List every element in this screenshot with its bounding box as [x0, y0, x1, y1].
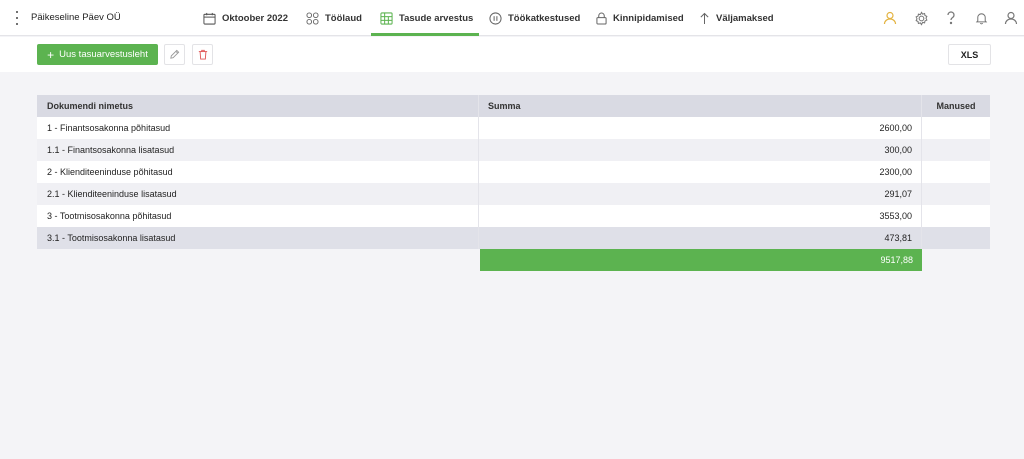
plus-icon: +	[47, 47, 55, 62]
sum-cell: 2600,00	[479, 117, 922, 139]
nav-tab-payments-label: Väljamaksed	[716, 12, 774, 24]
sum-cell: 2300,00	[479, 161, 922, 183]
attachments-cell	[922, 183, 990, 205]
nav-tab-absences-label: Töökatkestused	[508, 12, 581, 24]
column-header-sum[interactable]: Summa	[479, 95, 922, 117]
document-name-cell: 2 - Klienditeeninduse põhitasud	[37, 161, 479, 183]
nav-tab-dashboard-label: Töölaud	[325, 12, 362, 24]
dashboard-icon	[306, 11, 319, 25]
attachments-cell	[922, 139, 990, 161]
company-name[interactable]: Päikeseline Päev OÜ	[31, 12, 121, 23]
attachments-cell	[922, 117, 990, 139]
table-row-selected[interactable]: 3.1 - Tootmisosakonna lisatasud 473,81	[37, 227, 990, 249]
pause-icon	[489, 11, 502, 25]
nav-tab-dashboard[interactable]: Töölaud	[306, 10, 362, 26]
table-row[interactable]: 1.1 - Finantsosakonna lisatasud 300,00	[37, 139, 990, 161]
document-name-cell: 3.1 - Tootmisosakonna lisatasud	[37, 227, 479, 249]
nav-tab-deductions[interactable]: Kinnipidamised	[596, 10, 684, 26]
total-sum: 9517,88	[480, 249, 922, 271]
help-icon[interactable]	[942, 9, 960, 27]
table-row[interactable]: 1 - Finantsosakonna põhitasud 2600,00	[37, 117, 990, 139]
nav-period[interactable]: Oktoober 2022	[203, 10, 288, 26]
nav-tab-payments[interactable]: Väljamaksed	[699, 10, 774, 26]
attachments-cell	[922, 227, 990, 249]
add-payroll-sheet-label: Uus tasuarvestusleht	[59, 49, 148, 60]
sum-cell: 300,00	[479, 139, 922, 161]
edit-button[interactable]	[164, 44, 185, 65]
top-navigation-bar: Päikeseline Päev OÜ Oktoober 2022 Töölau…	[0, 0, 1024, 36]
kebab-menu-icon[interactable]	[15, 11, 19, 25]
table-header-row: Dokumendi nimetus Summa Manused	[37, 95, 990, 117]
trash-icon	[198, 49, 207, 60]
nav-tab-payroll-label: Tasude arvestus	[399, 12, 474, 24]
gear-icon[interactable]	[912, 9, 930, 27]
payroll-sheets-table: Dokumendi nimetus Summa Manused 1 - Fina…	[37, 95, 990, 271]
user-icon[interactable]	[881, 9, 899, 27]
sum-cell: 3553,00	[479, 205, 922, 227]
table-row[interactable]: 2 - Klienditeeninduse põhitasud 2300,00	[37, 161, 990, 183]
nav-period-label: Oktoober 2022	[222, 12, 288, 24]
attachments-cell	[922, 161, 990, 183]
nav-tab-deductions-label: Kinnipidamised	[613, 12, 684, 24]
pencil-icon	[170, 49, 180, 59]
delete-button[interactable]	[192, 44, 213, 65]
add-payroll-sheet-button[interactable]: + Uus tasuarvestusleht	[37, 44, 158, 65]
document-name-cell: 3 - Tootmisosakonna põhitasud	[37, 205, 479, 227]
column-header-attachments[interactable]: Manused	[922, 95, 990, 117]
sum-cell: 473,81	[479, 227, 922, 249]
document-name-cell: 1.1 - Finantsosakonna lisatasud	[37, 139, 479, 161]
toolbar: + Uus tasuarvestusleht XLS	[0, 37, 1024, 72]
nav-tab-payroll[interactable]: Tasude arvestus	[380, 10, 473, 26]
attachments-cell	[922, 205, 990, 227]
export-xls-button[interactable]: XLS	[948, 44, 991, 65]
bell-icon[interactable]	[972, 9, 990, 27]
table-row[interactable]: 3 - Tootmisosakonna põhitasud 3553,00	[37, 205, 990, 227]
account-icon[interactable]	[1002, 9, 1020, 27]
sum-cell: 291,07	[479, 183, 922, 205]
table-row[interactable]: 2.1 - Klienditeeninduse lisatasud 291,07	[37, 183, 990, 205]
document-name-cell: 2.1 - Klienditeeninduse lisatasud	[37, 183, 479, 205]
total-row: 9517,88	[37, 249, 990, 271]
calendar-icon	[203, 12, 216, 25]
lock-icon	[596, 12, 607, 25]
active-tab-indicator	[371, 33, 479, 36]
nav-tab-absences[interactable]: Töökatkestused	[489, 10, 580, 26]
arrow-up-icon	[700, 12, 709, 24]
column-header-document-name[interactable]: Dokumendi nimetus	[37, 95, 479, 117]
spreadsheet-icon	[380, 11, 393, 25]
document-name-cell: 1 - Finantsosakonna põhitasud	[37, 117, 479, 139]
